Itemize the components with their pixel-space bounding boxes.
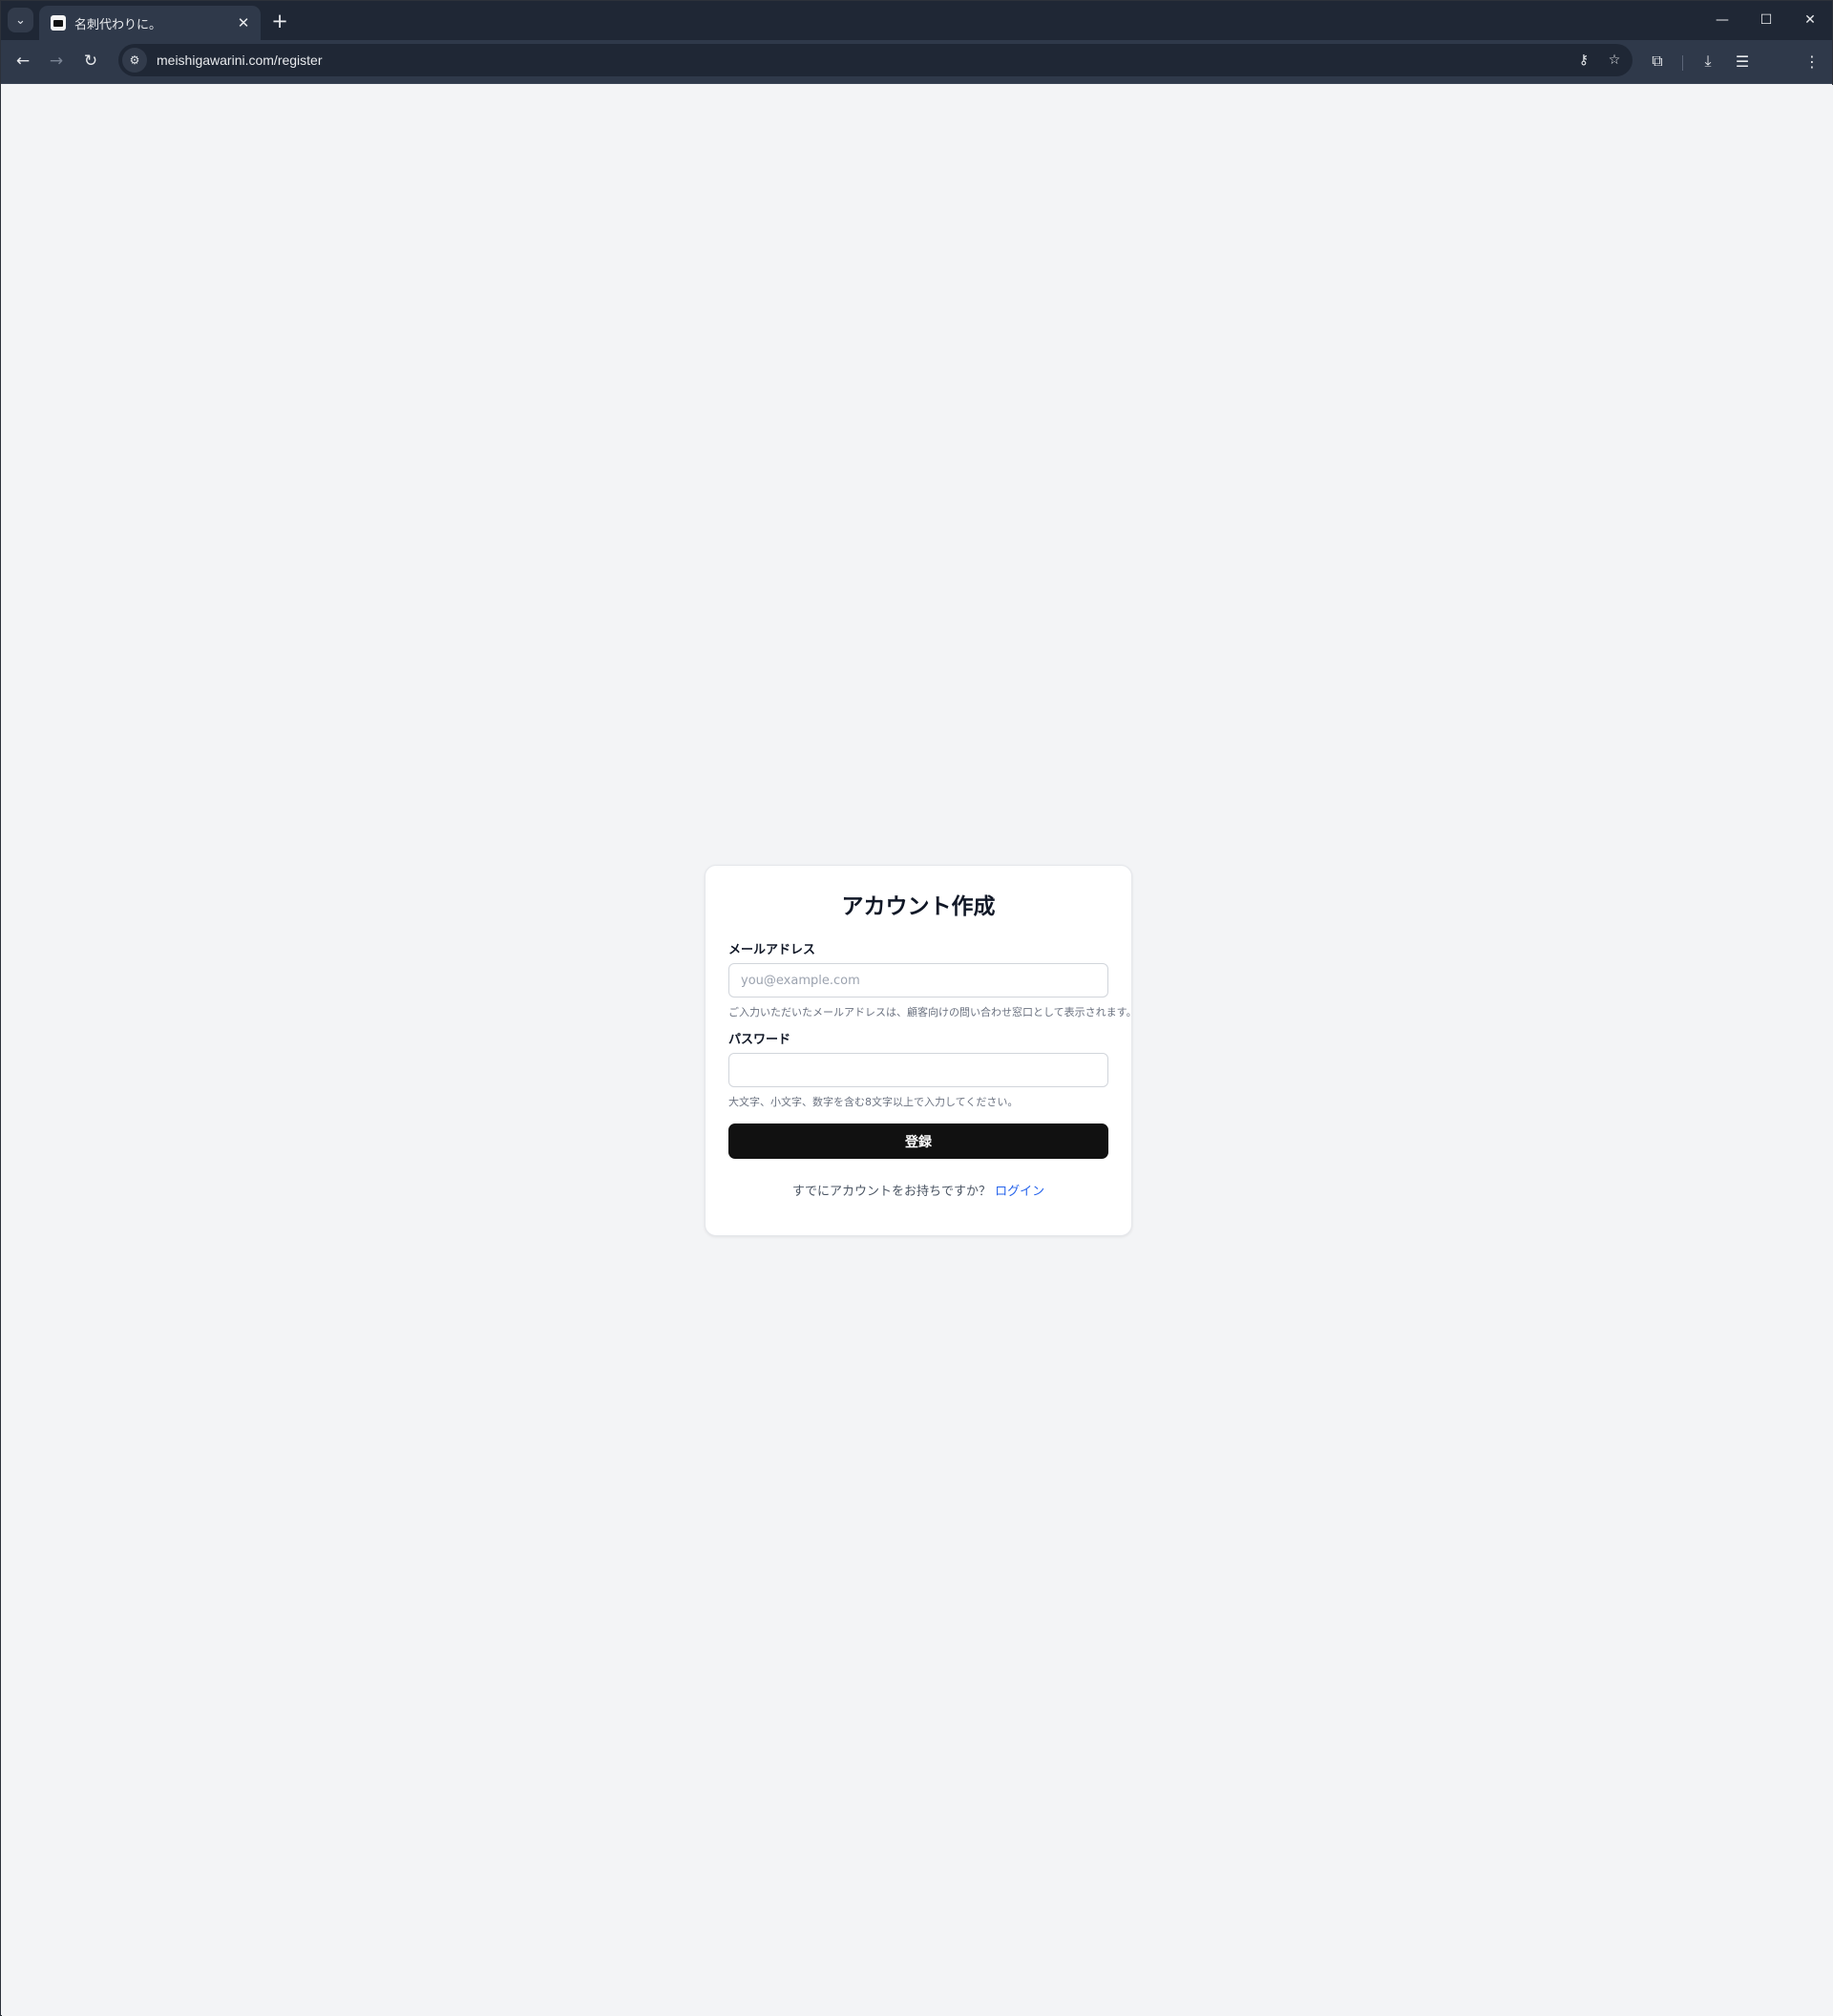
reload-icon[interactable]: ↻ (76, 47, 105, 75)
password-field[interactable] (728, 1053, 1108, 1087)
tab-close-icon[interactable]: ✕ (232, 11, 255, 34)
browser-menu-icon[interactable]: ⋮ (1799, 48, 1825, 74)
toolbar-divider (1682, 55, 1683, 71)
password-helper-text: 大文字、小文字、数字を含む8文字以上で入力してください。 (728, 1096, 1019, 1108)
page-title: アカウント作成 (841, 894, 996, 919)
minimize-icon[interactable]: — (1700, 1, 1744, 39)
window-controls: — ☐ ✕ (1700, 1, 1832, 39)
site-info-icon[interactable]: ⚙ (122, 48, 147, 73)
tab-strip: ⌄ 名刺代わりに。 ✕ + — ☐ ✕ (1, 1, 1832, 40)
browser-window: ⌄ 名刺代わりに。 ✕ + — ☐ ✕ ← → ↻ ⚙ meishigawari… (0, 0, 1833, 2016)
new-tab-icon[interactable]: + (267, 9, 292, 33)
login-link[interactable]: ログイン (995, 1185, 1044, 1199)
bookmark-star-icon[interactable]: ☆ (1602, 48, 1627, 73)
address-bar[interactable]: ⚙ meishigawarini.com/register ⚷ ☆ (118, 44, 1633, 76)
extensions-icon[interactable]: ⧉ (1644, 48, 1671, 74)
browser-toolbar: ← → ↻ ⚙ meishigawarini.com/register ⚷ ☆ … (1, 40, 1832, 84)
tab-title: 名刺代わりに。 (74, 17, 162, 32)
site-favicon-icon (51, 15, 66, 31)
tab-search-icon[interactable]: ⌄ (8, 8, 33, 32)
login-prompt-text: すでにアカウントをお持ちですか？ (791, 1185, 992, 1199)
downloads-icon[interactable]: ⤓ (1695, 48, 1721, 74)
password-label: パスワード (728, 1033, 791, 1047)
page-content: アカウント作成 メールアドレス ご入力いただいたメールアドレスは、顧客向けの問い… (2, 85, 1833, 2016)
email-helper-text: ご入力いただいたメールアドレスは、顧客向けの問い合わせ窓口として表示されます。 (728, 1006, 1137, 1018)
email-label: メールアドレス (728, 943, 816, 957)
maximize-icon[interactable]: ☐ (1744, 1, 1788, 39)
register-button[interactable]: 登録 (728, 1124, 1108, 1159)
close-window-icon[interactable]: ✕ (1788, 1, 1832, 39)
email-field[interactable] (728, 963, 1108, 998)
back-icon[interactable]: ← (9, 47, 37, 75)
url-text[interactable]: meishigawarini.com/register (157, 52, 1571, 68)
register-card: アカウント作成 メールアドレス ご入力いただいたメールアドレスは、顧客向けの問い… (705, 865, 1137, 1236)
reading-list-icon[interactable]: ☰ (1729, 48, 1756, 74)
active-tab[interactable]: 名刺代わりに。 ✕ (39, 6, 261, 40)
forward-icon[interactable]: → (42, 47, 71, 75)
password-key-icon[interactable]: ⚷ (1571, 48, 1596, 73)
login-prompt: すでにアカウントをお持ちですか？ ログイン (728, 1181, 1108, 1199)
